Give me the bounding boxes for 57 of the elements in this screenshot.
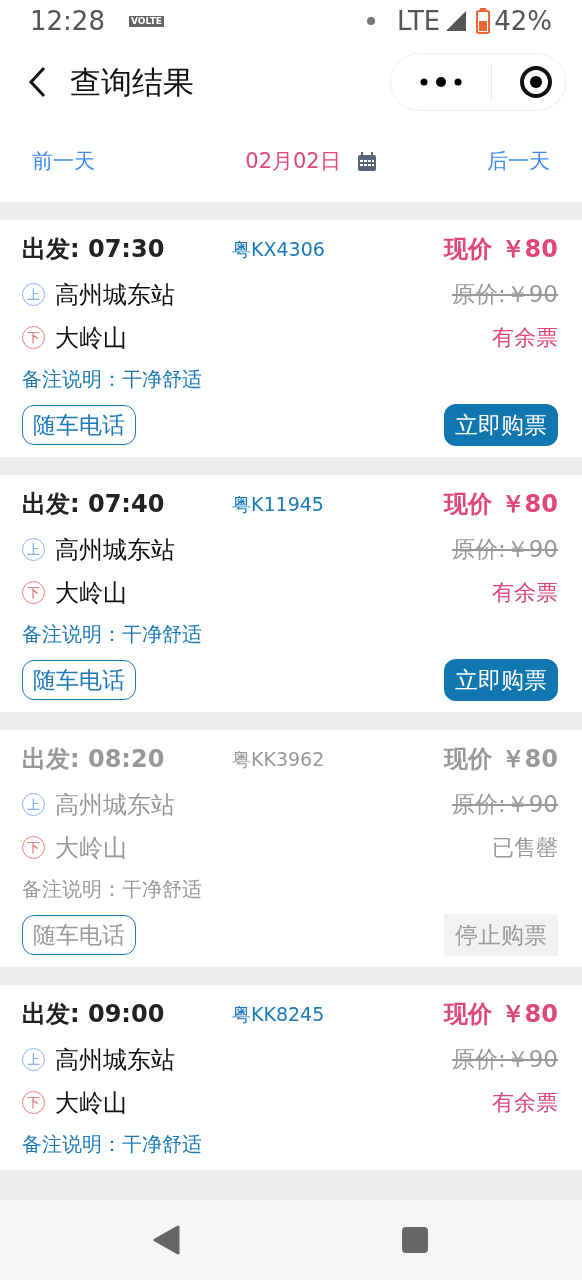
current-price: 现价 ￥80 <box>444 489 558 520</box>
ticket-status: 已售罄 <box>492 834 558 862</box>
original-price: 原价:￥90 <box>452 280 558 310</box>
arrival-station: 大岭山 <box>55 1087 127 1119</box>
departure-station: 高州城东站 <box>55 1044 175 1076</box>
original-price: 原价:￥90 <box>452 535 558 565</box>
trip-card[interactable]: 出发: 07:40 粤K11945 现价 ￥80 上 高州城东站 原价:￥90 下 大岭山 有余票 备注说明：干净舒适 随车电话 立即购票 <box>0 475 582 712</box>
back-nav-icon[interactable] <box>153 1225 181 1255</box>
back-icon[interactable] <box>26 65 48 99</box>
previous-day-link[interactable]: 前一天 <box>32 146 95 178</box>
trip-card[interactable]: 出发: 07:30 粤KX4306 现价 ￥80 上 高州城东站 原价:￥90 下 大岭山 有余票 备注说明：干净舒适 随车电话 立即购票 <box>0 220 582 457</box>
arrival-station: 大岭山 <box>55 322 127 354</box>
network-type: LTE <box>397 4 441 38</box>
arrival-station: 大岭山 <box>55 577 127 609</box>
remark-text: 备注说明：干净舒适 <box>22 876 202 903</box>
plate-number: 粤KX4306 <box>232 236 325 262</box>
departure-time: 出发: 08:20 <box>22 744 166 775</box>
clock: 12:28 <box>30 4 105 38</box>
ticket-status: 有余票 <box>492 1089 558 1117</box>
departure-time: 出发: 07:40 <box>22 489 166 520</box>
current-price: 现价 ￥80 <box>444 234 558 265</box>
departure-time: 出发: 09:00 <box>22 999 166 1030</box>
battery-level: 42% <box>494 4 552 38</box>
current-price: 现价 ￥80 <box>444 999 558 1030</box>
departure-time: 出发: 07:30 <box>22 234 166 265</box>
current-price: 现价 ￥80 <box>444 744 558 775</box>
recents-nav-icon[interactable] <box>401 1226 429 1254</box>
buy-ticket-button[interactable]: 立即购票 <box>444 659 558 701</box>
original-price: 原价:￥90 <box>452 1045 558 1075</box>
plate-number: 粤KK8245 <box>232 1001 325 1027</box>
remark-text: 备注说明：干净舒适 <box>22 1131 202 1158</box>
ticket-status: 有余票 <box>492 324 558 352</box>
signal-icon <box>444 9 469 33</box>
original-price: 原价:￥90 <box>452 790 558 820</box>
departure-station: 高州城东站 <box>55 534 175 566</box>
departure-station: 高州城东站 <box>55 279 175 311</box>
remark-text: 备注说明：干净舒适 <box>22 366 202 393</box>
date-label[interactable]: 02月02日 <box>245 146 341 178</box>
remark-text: 备注说明：干净舒适 <box>22 621 202 648</box>
buy-ticket-button[interactable]: 立即购票 <box>444 404 558 446</box>
calendar-icon[interactable] <box>356 152 377 172</box>
call-driver-button[interactable]: 随车电话 <box>22 660 136 700</box>
ticket-status: 有余票 <box>492 579 558 607</box>
next-day-link[interactable]: 后一天 <box>487 146 550 178</box>
close-icon[interactable] <box>519 65 553 99</box>
trip-card[interactable]: 出发: 09:00 粤KK8245 现价 ￥80 上 高州城东站 原价:￥90 下 大岭山 有余票 备注说明：干净舒适 <box>0 985 582 1170</box>
page-title: 查询结果 <box>70 62 194 102</box>
battery-icon <box>476 8 491 34</box>
plate-number: 粤KK3962 <box>232 746 325 772</box>
arrival-station: 大岭山 <box>55 832 127 864</box>
notification-dot-icon <box>367 17 375 25</box>
call-driver-button[interactable]: 随车电话 <box>22 915 136 955</box>
volte-indicator: VOLTE <box>128 15 164 27</box>
plate-number: 粤K11945 <box>232 491 324 517</box>
call-driver-button[interactable]: 随车电话 <box>22 405 136 445</box>
departure-station: 高州城东站 <box>55 789 175 821</box>
more-icon[interactable] <box>418 75 464 89</box>
